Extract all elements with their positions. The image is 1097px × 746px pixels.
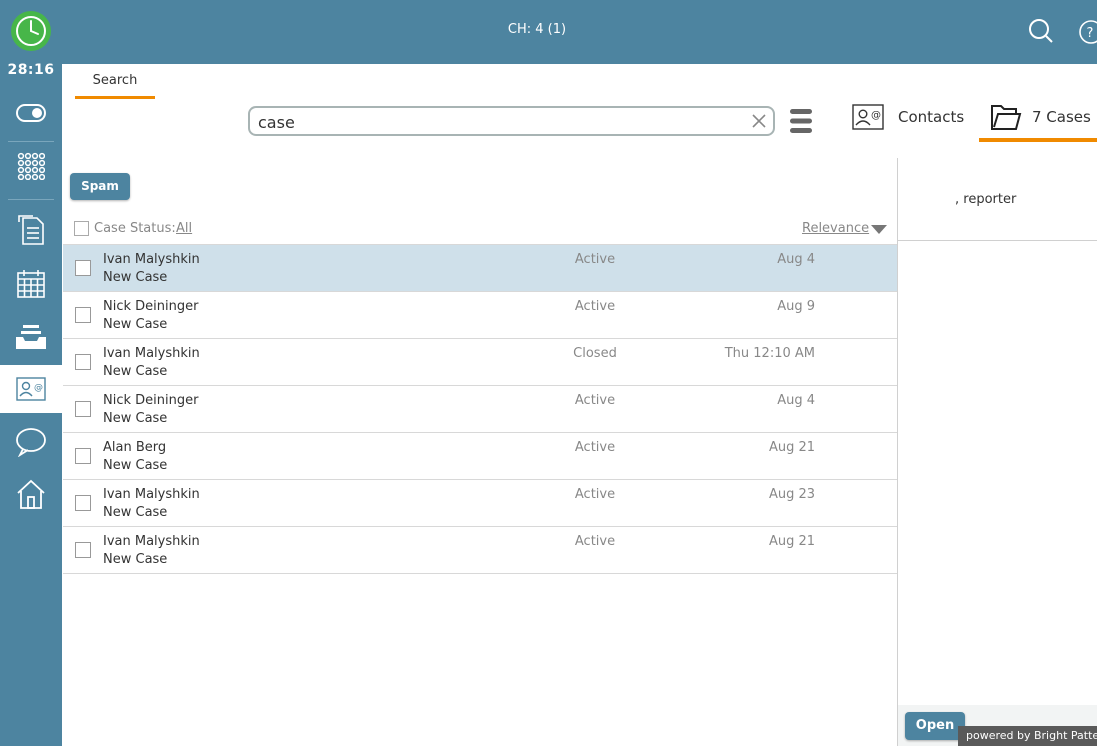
case-status: Active — [574, 393, 616, 408]
sidebar: 28:16 @ — [0, 0, 62, 746]
contact-card-icon[interactable]: @ — [0, 365, 62, 413]
detail-divider — [898, 240, 1097, 241]
case-date: Aug 4 — [777, 252, 815, 267]
case-date: Aug 21 — [768, 440, 815, 455]
case-subject: New Case — [103, 317, 168, 332]
top-bar: CH: 4 (1) ? — [62, 0, 1097, 64]
tab-cases[interactable]: 7 Cases — [990, 100, 1091, 134]
detail-reporter: , reporter — [955, 192, 1017, 207]
help-icon[interactable]: ? — [1078, 19, 1097, 45]
case-row[interactable]: Ivan Malyshkin New Case Active Aug 21 — [63, 527, 897, 574]
inbox-icon[interactable] — [0, 313, 62, 361]
row-checkbox[interactable] — [75, 542, 91, 558]
case-reporter: Alan Berg — [103, 440, 167, 455]
pane-divider — [897, 158, 898, 746]
case-list: Ivan Malyshkin New Case Active Aug 4 Nic… — [63, 244, 897, 574]
case-row[interactable]: Ivan Malyshkin New Case Closed Thu 12:10… — [63, 339, 897, 386]
document-icon[interactable] — [0, 206, 62, 254]
channel-status: CH: 4 (1) — [507, 22, 567, 37]
case-status: Active — [574, 299, 616, 314]
svg-text:@: @ — [871, 110, 881, 121]
clear-icon[interactable] — [751, 113, 767, 129]
sidebar-divider — [8, 199, 54, 200]
app-window: 28:16 @ CH: 4 (1) ? Search case @ Contac… — [0, 0, 1097, 746]
tab-cases-label: 7 Cases — [1032, 108, 1091, 126]
case-status: Active — [574, 252, 616, 267]
folder-icon — [991, 105, 1022, 130]
row-checkbox[interactable] — [75, 307, 91, 323]
case-row[interactable]: Ivan Malyshkin New Case Active Aug 23 — [63, 480, 897, 527]
search-box — [248, 106, 775, 136]
row-checkbox[interactable] — [75, 495, 91, 511]
search-input[interactable] — [258, 111, 738, 133]
case-subject: New Case — [103, 270, 168, 285]
dialpad-icon[interactable] — [0, 142, 62, 190]
case-subject: New Case — [103, 411, 168, 426]
tab-contacts-label: Contacts — [898, 108, 965, 126]
case-date: Aug 4 — [777, 393, 815, 408]
case-reporter: Nick Deininger — [103, 393, 199, 408]
home-icon[interactable] — [0, 470, 62, 518]
case-reporter: Ivan Malyshkin — [103, 346, 200, 361]
tab-search[interactable]: Search — [75, 73, 155, 88]
case-date: Aug 9 — [777, 299, 815, 314]
case-date: Thu 12:10 AM — [724, 346, 815, 361]
sort-relevance[interactable]: Relevance — [802, 221, 869, 236]
contact-card-icon: @ — [852, 104, 884, 130]
powered-by-label: powered by Bright Pattern — [958, 726, 1097, 746]
svg-text:?: ? — [1087, 26, 1094, 41]
chat-bubble-icon[interactable] — [0, 418, 62, 466]
case-row[interactable]: Alan Berg New Case Active Aug 21 — [63, 433, 897, 480]
case-reporter: Ivan Malyshkin — [103, 252, 200, 267]
tab-contacts[interactable]: @ Contacts — [852, 100, 964, 134]
case-date: Aug 21 — [768, 534, 815, 549]
row-checkbox[interactable] — [75, 401, 91, 417]
case-reporter: Ivan Malyshkin — [103, 534, 200, 549]
case-reporter: Nick Deininger — [103, 299, 199, 314]
case-row[interactable]: Nick Deininger New Case Active Aug 4 — [63, 386, 897, 433]
row-checkbox[interactable] — [75, 354, 91, 370]
case-row[interactable]: Ivan Malyshkin New Case Active Aug 4 — [63, 245, 897, 292]
case-status: Active — [574, 534, 616, 549]
case-status: Active — [574, 440, 616, 455]
case-row[interactable]: Nick Deininger New Case Active Aug 9 — [63, 292, 897, 339]
select-all-checkbox[interactable] — [74, 221, 89, 236]
case-subject: New Case — [103, 458, 168, 473]
calendar-icon[interactable] — [0, 260, 62, 308]
row-checkbox[interactable] — [75, 260, 91, 276]
search-icon[interactable] — [1028, 18, 1054, 44]
row-checkbox[interactable] — [75, 448, 91, 464]
tab-search-underline — [75, 96, 155, 99]
case-date: Aug 23 — [768, 487, 815, 502]
case-subject: New Case — [103, 552, 168, 567]
case-reporter: Ivan Malyshkin — [103, 487, 200, 502]
case-status: Active — [574, 487, 616, 502]
chevron-down-icon[interactable] — [871, 225, 887, 235]
spam-button[interactable]: Spam — [70, 173, 130, 200]
case-subject: New Case — [103, 505, 168, 520]
timer: 28:16 — [7, 62, 55, 78]
tab-cases-underline — [979, 138, 1097, 142]
case-status: Closed — [573, 346, 617, 361]
case-status-label: Case Status: — [94, 221, 176, 236]
case-status-filter[interactable]: All — [176, 221, 192, 236]
svg-text:@: @ — [34, 383, 43, 393]
toggle-icon[interactable] — [0, 89, 62, 137]
menu-icon[interactable] — [790, 108, 812, 134]
open-button[interactable]: Open — [905, 712, 965, 740]
clock-icon[interactable] — [10, 10, 52, 52]
case-subject: New Case — [103, 364, 168, 379]
